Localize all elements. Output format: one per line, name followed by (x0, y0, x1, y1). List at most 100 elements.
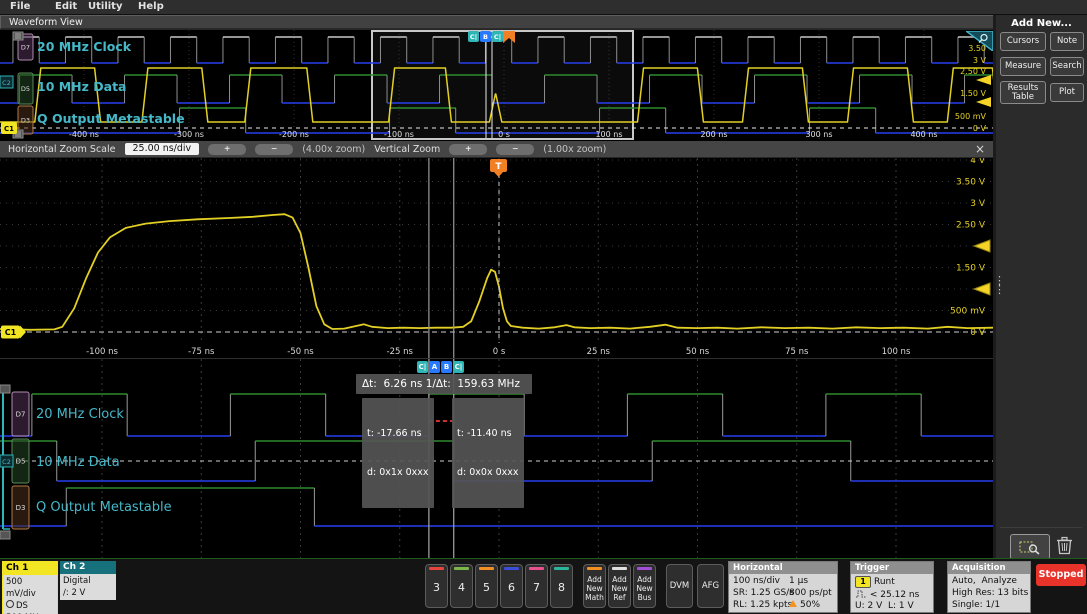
overview-volt-tick: 2.50 V (960, 67, 986, 76)
overview-channel-label: Q Output Metastable (37, 111, 185, 126)
menu-edit[interactable]: Edit (55, 1, 77, 12)
channel-7-button[interactable]: 7 (525, 564, 548, 608)
vertical-zoom-factor: (1.00x zoom) (543, 143, 607, 155)
trash-icon[interactable] (1056, 536, 1076, 557)
stopped-button[interactable]: Stopped (1036, 564, 1086, 586)
runt-pulse-icon (856, 590, 866, 598)
svg-text:C2: C2 (2, 458, 11, 466)
main-time-tick: -50 ns (287, 347, 314, 357)
channel-6-button[interactable]: 6 (500, 564, 523, 608)
bottom-status-bar: Ch 1 500 mV/div DS 500 MHz~ Ch 2 Digital… (0, 558, 1087, 614)
overview-volt-tick: 3 V (973, 56, 987, 65)
cursor-badge-4[interactable]: C| (453, 361, 464, 373)
svg-text:T: T (495, 162, 502, 172)
add-new-header: Add New... (1011, 18, 1072, 29)
channel-5-button[interactable]: 5 (475, 564, 498, 608)
horizontal-scale: 100 ns/div (733, 576, 781, 586)
main-time-tick: -75 ns (188, 347, 215, 357)
digital-channel-label: Q Output Metastable (36, 500, 172, 515)
menu-help[interactable]: Help (138, 1, 164, 12)
grip-handle-icon[interactable] (0, 384, 11, 394)
zoomed-waveform-panel[interactable]: T -100 ns -75 ns -50 ns -25 ns 0 s 25 ns 50 ns 7… (0, 156, 994, 358)
trigger-title: Trigger (851, 562, 933, 574)
panel-resize-handle[interactable]: ⋮ ⋮ (994, 275, 1005, 295)
add-cursors-button[interactable]: Cursors (1000, 32, 1046, 51)
horizontal-zoom-scale-value[interactable]: 25.00 ns/div (124, 143, 200, 155)
trigger-panel[interactable]: Trigger 1 Runt < 25.12 ns U: 2 V L: 1 V (850, 561, 934, 613)
ch2-badge[interactable]: Ch 2 Digital ∕: 2 V (60, 561, 116, 600)
add-measure-button[interactable]: Measure (1000, 57, 1046, 76)
cursor-b-readout[interactable]: t: -11.40 ns d: 0x0x 0xxx (452, 398, 524, 508)
cursor-badge-1[interactable]: C| (417, 361, 428, 373)
cursor-delta-readout[interactable]: Δt: 6.26 ns 1/Δt: 159.63 MHz (356, 374, 532, 394)
trigger-level-arrow[interactable] (972, 282, 991, 296)
cursor-a-readout[interactable]: t: -17.66 ns d: 0x1x 0xxx (362, 398, 434, 508)
main-time-tick: 100 ns (882, 347, 911, 357)
channel-8-button[interactable]: 8 (550, 564, 573, 608)
main-volt-tick: 2.50 V (956, 221, 986, 231)
dvm-button[interactable]: DVM (666, 564, 693, 608)
ch2-label: Ch 2 (60, 561, 116, 574)
menu-utility[interactable]: Utility (88, 1, 122, 12)
overview-time-tick: 300 ns (805, 130, 832, 139)
channel-4-button[interactable]: 4 (450, 564, 473, 608)
overview-time-tick: -200 ns (279, 130, 309, 139)
trigger-source-badge: 1 (855, 576, 871, 588)
overview-zoom-corner-icon[interactable] (963, 30, 994, 55)
channel-3-button[interactable]: 3 (425, 564, 448, 608)
add-new-ref-button[interactable]: Add New Ref (608, 564, 631, 608)
main-volt-tick: 4 V (970, 158, 986, 166)
svg-text:D3: D3 (16, 504, 26, 512)
position-percent: 50% (789, 600, 820, 610)
menu-bar: File Edit Utility Help (0, 0, 1087, 15)
horizontal-zoom-out-button[interactable]: − (255, 143, 294, 155)
cursor-b-time: t: -11.40 ns (457, 428, 512, 439)
waveform-view-tab[interactable]: Waveform View (0, 15, 994, 29)
acquisition-mode: Auto, Analyze (952, 576, 1017, 586)
add-note-button[interactable]: Note (1050, 32, 1084, 51)
ch1-badge[interactable]: Ch 1 500 mV/div DS 500 MHz~ (2, 561, 58, 614)
oscilloscope-app: File Edit Utility Help Waveform View -400 n… (0, 0, 1087, 614)
add-new-math-button[interactable]: Add New Math (583, 564, 606, 608)
add-plot-button[interactable]: Plot (1050, 83, 1084, 102)
svg-text:D5: D5 (16, 458, 26, 466)
main-time-tick: 75 ns (785, 347, 809, 357)
trigger-condition-row: < 25.12 ns (855, 589, 919, 600)
acquisition-panel[interactable]: Acquisition Auto, Analyze High Res: 13 b… (947, 561, 1031, 613)
trigger-type: Runt (874, 577, 895, 587)
add-new-bus-button[interactable]: Add New Bus (633, 564, 656, 608)
main-time-tick: 50 ns (686, 347, 710, 357)
horizontal-zoom-in-button[interactable]: + (208, 143, 247, 155)
svg-text:D7: D7 (21, 44, 30, 52)
waveform-view-title: Waveform View (9, 17, 83, 28)
menu-file[interactable]: File (10, 1, 30, 12)
cursor-badge-3[interactable]: B (441, 361, 452, 373)
trigger-level-arrow[interactable] (976, 97, 991, 107)
overview-waveform-panel[interactable]: -400 ns -300 ns -200 ns -100 ns 0 s 100 ns 200… (0, 30, 1000, 142)
cursor-badge-2[interactable]: A (429, 361, 440, 373)
afg-button[interactable]: AFG (697, 564, 724, 608)
main-volt-tick: 500 mV (950, 307, 986, 317)
trigger-levels: U: 2 V L: 1 V (855, 601, 914, 611)
main-volt-tick: 0 V (970, 328, 986, 338)
overview-time-tick: -400 ns (69, 130, 99, 139)
main-time-tick: 25 ns (587, 347, 611, 357)
zoom-tool-button[interactable] (1010, 534, 1050, 560)
ch2-mode: Digital (63, 576, 91, 586)
svg-text:D3: D3 (21, 117, 30, 125)
main-time-tick: -100 ns (86, 347, 118, 357)
zoom-selection-window[interactable] (371, 30, 634, 140)
svg-text:D5: D5 (21, 85, 30, 93)
trigger-level-arrow[interactable] (976, 75, 991, 85)
add-results-table-button[interactable]: Results Table (1000, 81, 1046, 104)
add-search-button[interactable]: Search (1050, 57, 1084, 76)
vertical-zoom-out-button[interactable]: − (496, 143, 535, 155)
svg-text:C1: C1 (4, 125, 14, 133)
grip-handle-icon[interactable] (0, 530, 11, 540)
horizontal-window: 1 µs (789, 576, 809, 586)
svg-text:D7: D7 (16, 411, 26, 419)
close-icon[interactable]: × (975, 142, 985, 156)
vertical-zoom-in-button[interactable]: + (449, 143, 488, 155)
horizontal-panel[interactable]: Horizontal 100 ns/div 1 µs SR: 1.25 GS/s… (728, 561, 838, 613)
trigger-level-arrow[interactable] (972, 239, 991, 253)
